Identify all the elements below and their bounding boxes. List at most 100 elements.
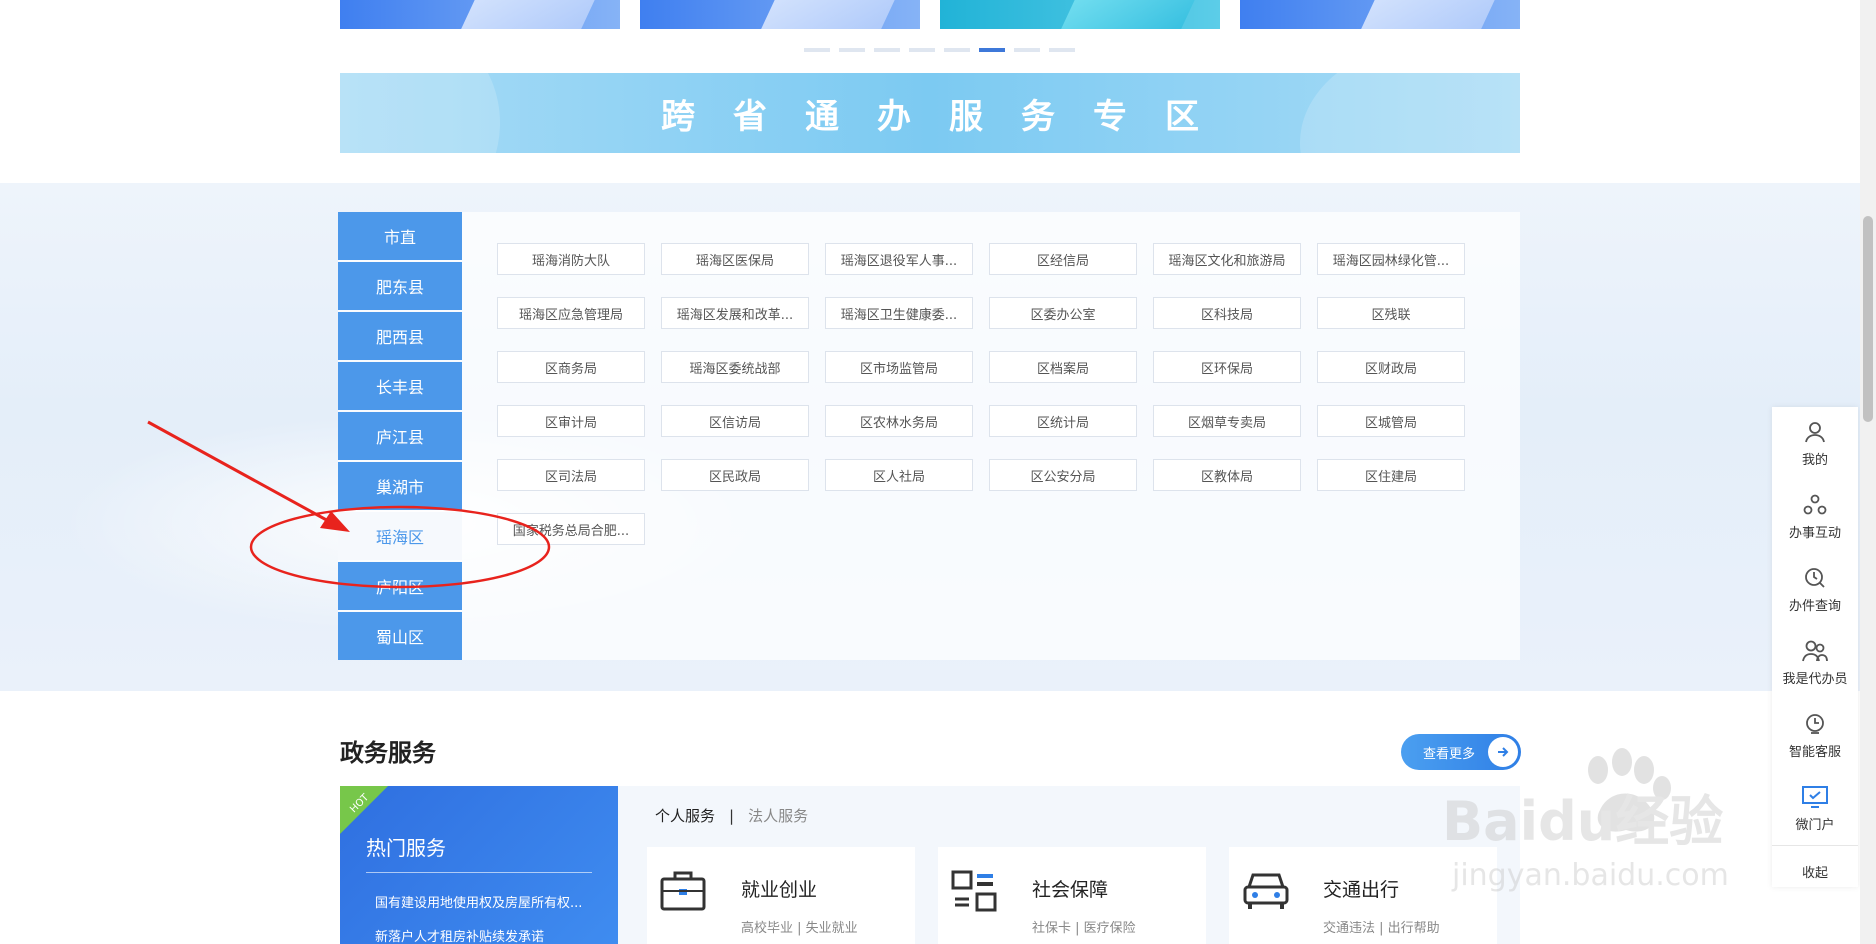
department-button[interactable]: 区商务局 <box>497 351 645 383</box>
hot-link-2[interactable]: 新落户人才租房补贴续发承诺 <box>375 926 544 944</box>
department-button[interactable]: 区城管局 <box>1317 405 1465 437</box>
tab-separator: | <box>729 806 735 825</box>
sidebar-item-micro-portal[interactable]: 微门户 <box>1772 772 1858 845</box>
sidebar-item-label: 办件查询 <box>1788 598 1841 614</box>
sidebar-item-interaction[interactable]: 办事互动 <box>1772 480 1858 553</box>
tab-corporate-services[interactable]: 法人服务 <box>748 805 808 826</box>
service-card-transport[interactable]: 交通出行 交通违法 | 出行帮助 <box>1229 847 1497 944</box>
department-button[interactable]: 国家税务总局合肥... <box>497 513 645 545</box>
region-tab[interactable]: 巢湖市 <box>338 462 462 510</box>
service-card-social-security[interactable]: 社会保障 社保卡 | 医疗保险 <box>938 847 1206 944</box>
briefcase-icon <box>659 869 707 917</box>
department-button[interactable]: 瑶海区卫生健康委... <box>825 297 973 329</box>
region-tab-list: 市直 肥东县 肥西县 长丰县 庐江县 巢湖市 瑶海区 庐阳区 蜀山区 <box>338 212 462 662</box>
carousel-dot[interactable] <box>874 48 900 52</box>
sidebar-item-label: 智能客服 <box>1788 744 1841 760</box>
department-button[interactable]: 区统计局 <box>989 405 1137 437</box>
carousel-dot[interactable] <box>804 48 830 52</box>
carousel-slide-1[interactable] <box>340 0 620 29</box>
card-title: 就业创业 <box>741 879 818 901</box>
region-tab[interactable]: 瑶海区 <box>338 512 462 560</box>
agent-icon <box>1802 640 1828 661</box>
department-button[interactable]: 区经信局 <box>989 243 1137 275</box>
card-title: 社会保障 <box>1032 879 1109 901</box>
carousel-slide-4[interactable] <box>1240 0 1520 29</box>
tab-personal-services[interactable]: 个人服务 <box>655 805 715 826</box>
hot-divider <box>366 872 592 873</box>
gov-services-title: 政务服务 <box>340 739 436 767</box>
department-button[interactable]: 区档案局 <box>989 351 1137 383</box>
department-button[interactable]: 区公安分局 <box>989 459 1137 491</box>
region-tab[interactable]: 市直 <box>338 212 462 260</box>
sidebar-item-mine[interactable]: 我的 <box>1772 407 1858 480</box>
floating-sidebar: 我的 办事互动 办件查询 我是代办员 智能客服 微门户 收起 <box>1772 407 1858 887</box>
card-subtitle: 社保卡 | 医疗保险 <box>1032 921 1136 936</box>
department-button[interactable]: 瑶海区文化和旅游局 <box>1153 243 1301 275</box>
department-grid: 瑶海消防大队 瑶海区医保局 瑶海区退役军人事... 区经信局 瑶海区文化和旅游局 瑶海区园… <box>497 243 1465 545</box>
sidebar-item-label: 我是代办员 <box>1782 671 1848 687</box>
carousel-dot[interactable] <box>979 48 1005 52</box>
department-button[interactable]: 区科技局 <box>1153 297 1301 329</box>
region-tab[interactable]: 肥西县 <box>338 312 462 360</box>
sidebar-item-label: 我的 <box>1801 452 1828 468</box>
department-button[interactable]: 区人社局 <box>825 459 973 491</box>
sidebar-item-query[interactable]: 办件查询 <box>1772 553 1858 626</box>
customer-service-icon <box>1806 713 1824 734</box>
region-tab[interactable]: 庐阳区 <box>338 562 462 610</box>
department-button[interactable]: 区信访局 <box>661 405 809 437</box>
scrollbar-thumb[interactable] <box>1863 216 1873 422</box>
department-button[interactable]: 瑶海区退役军人事... <box>825 243 973 275</box>
department-button[interactable]: 区财政局 <box>1317 351 1465 383</box>
department-button[interactable]: 区农林水务局 <box>825 405 973 437</box>
sidebar-item-label: 微门户 <box>1795 817 1835 833</box>
sidebar-collapse-button[interactable]: 收起 <box>1772 845 1858 896</box>
department-button[interactable]: 瑶海区园林绿化管... <box>1317 243 1465 275</box>
cross-province-banner[interactable]: 跨省通办服务专区 <box>340 73 1520 153</box>
scrollbar-track[interactable] <box>1860 0 1876 944</box>
service-tabs: 个人服务 | 法人服务 <box>655 805 808 826</box>
department-button[interactable]: 区残联 <box>1317 297 1465 329</box>
department-button[interactable]: 区环保局 <box>1153 351 1301 383</box>
department-button[interactable]: 区委办公室 <box>989 297 1137 329</box>
department-button[interactable]: 区民政局 <box>661 459 809 491</box>
department-button[interactable]: 区司法局 <box>497 459 645 491</box>
carousel-slide-3[interactable] <box>940 0 1220 29</box>
carousel-dot[interactable] <box>839 48 865 52</box>
department-button[interactable]: 瑶海区医保局 <box>661 243 809 275</box>
department-button[interactable]: 区审计局 <box>497 405 645 437</box>
user-icon <box>1805 421 1825 442</box>
hot-services-card: HOT 热门服务 国有建设用地使用权及房屋所有权... 新落户人才租房补贴续发承… <box>340 786 618 944</box>
carousel-dot[interactable] <box>944 48 970 52</box>
region-tab[interactable]: 长丰县 <box>338 362 462 410</box>
card-subtitle: 交通违法 | 出行帮助 <box>1323 921 1440 936</box>
collapse-label: 收起 <box>1801 865 1828 881</box>
region-tab[interactable]: 庐江县 <box>338 412 462 460</box>
carousel-slide-2[interactable] <box>640 0 920 29</box>
department-button[interactable]: 瑶海区应急管理局 <box>497 297 645 329</box>
car-icon <box>1241 869 1291 917</box>
sidebar-item-customer-service[interactable]: 智能客服 <box>1772 699 1858 772</box>
sidebar-item-agent[interactable]: 我是代办员 <box>1772 626 1858 699</box>
hot-link-1[interactable]: 国有建设用地使用权及房屋所有权... <box>375 892 582 911</box>
department-button[interactable]: 区住建局 <box>1317 459 1465 491</box>
department-button[interactable]: 区烟草专卖局 <box>1153 405 1301 437</box>
department-button[interactable]: 瑶海区发展和改革... <box>661 297 809 329</box>
department-button[interactable]: 瑶海消防大队 <box>497 243 645 275</box>
service-card-employment[interactable]: 就业创业 高校毕业 | 失业就业 <box>647 847 915 944</box>
hot-services-title: 热门服务 <box>366 836 446 860</box>
region-tab[interactable]: 肥东县 <box>338 262 462 310</box>
department-button[interactable]: 区市场监管局 <box>825 351 973 383</box>
carousel-dot[interactable] <box>1014 48 1040 52</box>
carousel-dot[interactable] <box>909 48 935 52</box>
department-button[interactable]: 瑶海区委统战部 <box>661 351 809 383</box>
paw-logo <box>1588 748 1671 832</box>
region-tab[interactable]: 蜀山区 <box>338 612 462 660</box>
monitor-icon <box>1802 785 1828 808</box>
cross-province-title: 跨省通办服务专区 <box>661 96 1237 137</box>
social-security-icon <box>950 869 998 917</box>
department-button[interactable]: 区教体局 <box>1153 459 1301 491</box>
carousel-dot[interactable] <box>1049 48 1075 52</box>
query-clock-icon <box>1805 567 1825 588</box>
view-more-button[interactable]: 查看更多 <box>1401 734 1521 770</box>
carousel-dots <box>804 48 1075 52</box>
